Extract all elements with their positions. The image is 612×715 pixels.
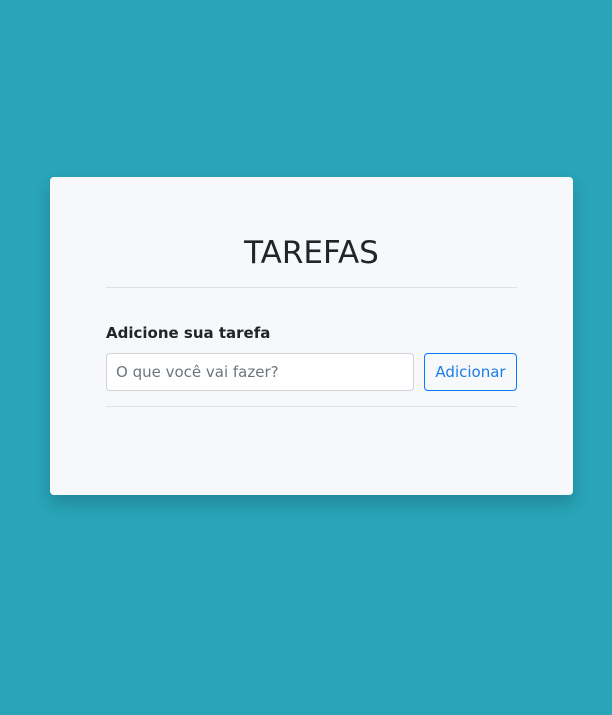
page-title: TAREFAS (244, 235, 379, 271)
task-input-label: Adicione sua tarefa (106, 324, 271, 342)
task-input[interactable] (106, 353, 414, 391)
list-divider (106, 406, 517, 407)
add-task-button[interactable]: Adicionar (424, 353, 517, 391)
title-divider (106, 287, 517, 288)
task-card: TAREFAS Adicione sua tarefa Adicionar (50, 177, 573, 495)
